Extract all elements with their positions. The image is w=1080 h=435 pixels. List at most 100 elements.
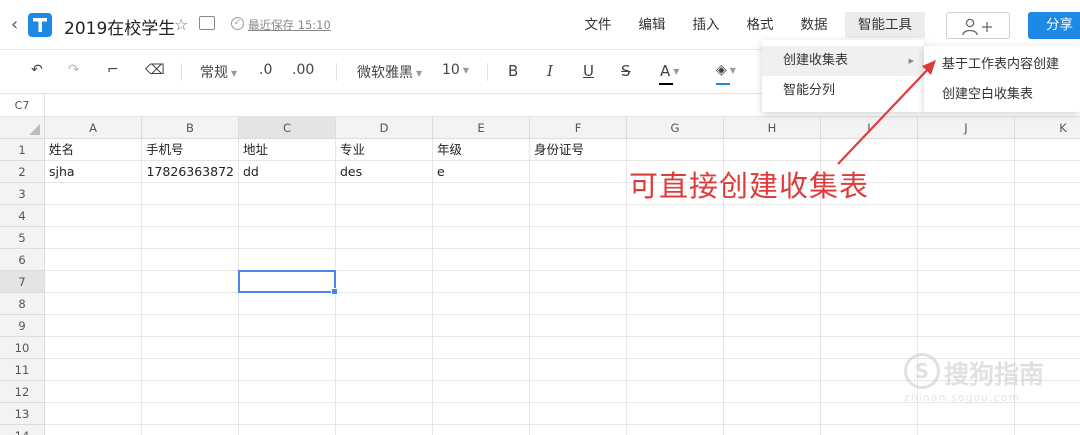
grid-cell[interactable] (918, 205, 1015, 227)
grid-cell[interactable] (1015, 315, 1080, 337)
grid-cell[interactable]: 17826363872 (142, 161, 239, 183)
grid-cell[interactable] (433, 315, 530, 337)
column-header[interactable]: D (336, 117, 433, 139)
row-header[interactable]: 13 (0, 403, 45, 425)
grid-cell[interactable] (142, 183, 239, 205)
grid-cell[interactable] (142, 403, 239, 425)
grid-cell[interactable] (530, 403, 627, 425)
grid-cell[interactable] (239, 205, 336, 227)
grid-cell[interactable]: 姓名 (45, 139, 142, 161)
grid-cell[interactable] (239, 381, 336, 403)
grid-cell[interactable]: 专业 (336, 139, 433, 161)
grid-cell[interactable] (336, 315, 433, 337)
font-family-select[interactable]: 微软雅黑 ▼ (357, 62, 422, 82)
format-painter-icon[interactable]: ⌐ (107, 62, 119, 78)
grid-cell[interactable]: e (433, 161, 530, 183)
grid-cell[interactable] (142, 315, 239, 337)
grid-cell[interactable] (336, 425, 433, 435)
column-header[interactable]: B (142, 117, 239, 139)
grid-cell[interactable] (433, 249, 530, 271)
grid-cell[interactable] (433, 183, 530, 205)
grid-cell[interactable] (1015, 205, 1080, 227)
grid-cell[interactable] (239, 403, 336, 425)
grid-cell[interactable] (724, 227, 821, 249)
row-header[interactable]: 14 (0, 425, 45, 435)
grid-cell[interactable] (142, 359, 239, 381)
grid-cell[interactable] (627, 139, 724, 161)
grid-cell[interactable] (530, 381, 627, 403)
grid-cell[interactable] (239, 337, 336, 359)
menu-item-create-blank-form[interactable]: 创建空白收集表 (924, 80, 1080, 110)
row-header[interactable]: 2 (0, 161, 45, 183)
grid-cell[interactable] (142, 227, 239, 249)
grid-cell[interactable] (433, 403, 530, 425)
grid-cell[interactable] (433, 205, 530, 227)
row-header[interactable]: 1 (0, 139, 45, 161)
grid-cell[interactable] (530, 315, 627, 337)
select-all-corner[interactable] (0, 117, 45, 139)
grid-cell[interactable] (1015, 227, 1080, 249)
grid-cell[interactable] (724, 271, 821, 293)
grid-cell[interactable] (142, 293, 239, 315)
grid-cell[interactable] (724, 293, 821, 315)
bold-button[interactable]: B (508, 62, 518, 80)
column-header[interactable]: F (530, 117, 627, 139)
grid-cell[interactable] (239, 315, 336, 337)
grid-cell[interactable] (821, 293, 918, 315)
grid-cell[interactable] (530, 183, 627, 205)
grid-cell[interactable] (530, 425, 627, 435)
grid-cell[interactable] (433, 271, 530, 293)
grid-cell[interactable] (45, 227, 142, 249)
strikethrough-button[interactable]: S (621, 62, 631, 80)
column-header[interactable]: E (433, 117, 530, 139)
decrease-decimal-button[interactable]: .0 (259, 62, 272, 78)
menu-data[interactable]: 数据 (798, 12, 830, 38)
grid-cell[interactable] (1015, 183, 1080, 205)
grid-cell[interactable] (239, 227, 336, 249)
grid-cell[interactable] (530, 293, 627, 315)
grid-cell[interactable] (918, 271, 1015, 293)
grid-cell[interactable]: dd (239, 161, 336, 183)
column-header[interactable]: G (627, 117, 724, 139)
grid-cell[interactable] (627, 425, 724, 435)
grid-cell[interactable] (918, 183, 1015, 205)
grid-cell[interactable] (1015, 161, 1080, 183)
grid-cell[interactable] (336, 271, 433, 293)
move-to-folder-icon[interactable] (199, 16, 215, 30)
menu-format[interactable]: 格式 (744, 12, 776, 38)
grid-cell[interactable] (142, 249, 239, 271)
grid-cell[interactable] (627, 205, 724, 227)
grid-cell[interactable] (336, 205, 433, 227)
grid-cell[interactable] (918, 293, 1015, 315)
cell-reference[interactable]: C7 (0, 94, 45, 117)
menu-item-create-form[interactable]: 创建收集表 ▶ (762, 46, 924, 76)
grid-cell[interactable] (918, 425, 1015, 435)
grid-cell[interactable]: 地址 (239, 139, 336, 161)
grid-cell[interactable] (142, 271, 239, 293)
grid-cell[interactable] (239, 293, 336, 315)
grid-cell[interactable]: 手机号 (142, 139, 239, 161)
grid-cell[interactable] (627, 381, 724, 403)
grid-cell[interactable] (918, 139, 1015, 161)
grid-cell[interactable] (45, 183, 142, 205)
grid-cell[interactable] (336, 183, 433, 205)
grid-cell[interactable] (45, 249, 142, 271)
menu-edit[interactable]: 编辑 (636, 12, 668, 38)
italic-button[interactable]: I (547, 62, 553, 80)
menu-insert[interactable]: 插入 (690, 12, 722, 38)
undo-icon[interactable]: ↶ (31, 62, 43, 78)
grid-cell[interactable] (239, 425, 336, 435)
grid-cell[interactable] (627, 315, 724, 337)
grid-cell[interactable] (821, 139, 918, 161)
grid-cell[interactable] (336, 249, 433, 271)
grid-cell[interactable] (821, 425, 918, 435)
grid-cell[interactable] (45, 425, 142, 435)
grid-cell[interactable] (724, 315, 821, 337)
grid-cell[interactable] (433, 227, 530, 249)
grid-cell[interactable] (336, 293, 433, 315)
column-header[interactable]: H (724, 117, 821, 139)
grid-cell[interactable] (45, 403, 142, 425)
grid-cell[interactable] (1015, 249, 1080, 271)
row-header[interactable]: 10 (0, 337, 45, 359)
grid-cell[interactable] (433, 337, 530, 359)
